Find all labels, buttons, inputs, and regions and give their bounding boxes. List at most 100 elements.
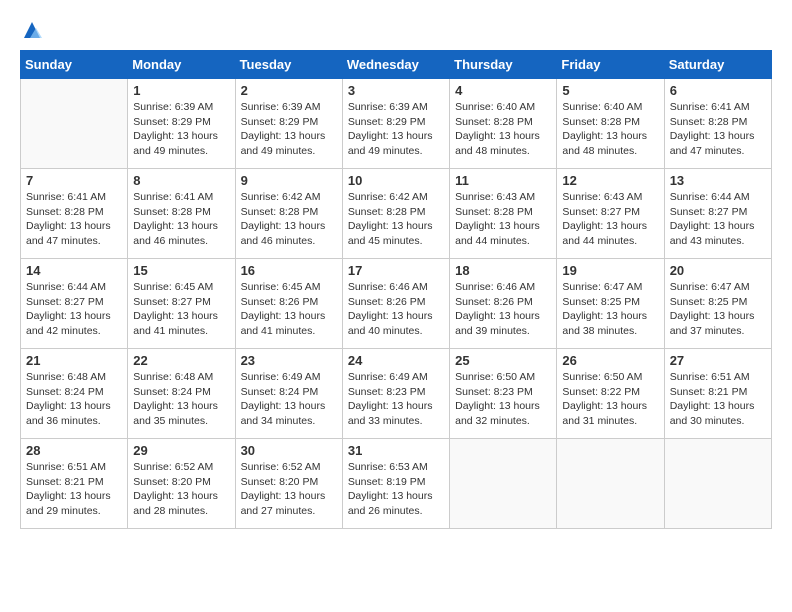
calendar-cell: 19Sunrise: 6:47 AM Sunset: 8:25 PM Dayli… bbox=[557, 259, 664, 349]
calendar-cell: 14 Sunrise: 6:44 AM Sunset: 8:27 PM Dayli… bbox=[21, 259, 128, 349]
day-number: 21 bbox=[26, 353, 122, 368]
calendar-week-2: 7 Sunrise: 6:41 AM Sunset: 8:28 PM Daylig… bbox=[21, 169, 772, 259]
calendar-cell: 5 Sunrise: 6:40 AM Sunset: 8:28 PM Daylig… bbox=[557, 79, 664, 169]
calendar-cell: 16 Sunrise: 6:45 AM Sunset: 8:26 PM Dayli… bbox=[235, 259, 342, 349]
day-number: 16 bbox=[241, 263, 337, 278]
weekday-friday: Friday bbox=[557, 51, 664, 79]
day-info: Sunrise: 6:44 AM Sunset: 8:27 PM Dayligh… bbox=[26, 280, 122, 339]
day-number: 23 bbox=[241, 353, 337, 368]
calendar-cell: 17 Sunrise: 6:46 AM Sunset: 8:26 PM Dayli… bbox=[342, 259, 449, 349]
day-info: Sunrise: 6:39 AM Sunset: 8:29 PM Dayligh… bbox=[241, 100, 337, 159]
day-info: Sunrise: 6:51 AM Sunset: 8:21 PM Dayligh… bbox=[26, 460, 122, 519]
calendar-cell: 9 Sunrise: 6:42 AM Sunset: 8:28 PM Daylig… bbox=[235, 169, 342, 259]
calendar-cell: 31 Sunrise: 6:53 AM Sunset: 8:19 PM Dayli… bbox=[342, 439, 449, 529]
day-number: 15 bbox=[133, 263, 229, 278]
day-info: Sunrise: 6:42 AM Sunset: 8:28 PM Dayligh… bbox=[241, 190, 337, 249]
day-info: Sunrise: 6:43 AM Sunset: 8:27 PM Dayligh… bbox=[562, 190, 658, 249]
day-number: 9 bbox=[241, 173, 337, 188]
day-number: 3 bbox=[348, 83, 444, 98]
weekday-tuesday: Tuesday bbox=[235, 51, 342, 79]
calendar-cell bbox=[664, 439, 771, 529]
weekday-sunday: Sunday bbox=[21, 51, 128, 79]
calendar-cell: 12 Sunrise: 6:43 AM Sunset: 8:27 PM Dayli… bbox=[557, 169, 664, 259]
day-number: 13 bbox=[670, 173, 766, 188]
calendar-cell: 1 Sunrise: 6:39 AM Sunset: 8:29 PM Daylig… bbox=[128, 79, 235, 169]
day-info: Sunrise: 6:52 AM Sunset: 8:20 PM Dayligh… bbox=[241, 460, 337, 519]
calendar-cell: 11Sunrise: 6:43 AM Sunset: 8:28 PM Dayli… bbox=[450, 169, 557, 259]
calendar-cell: 2Sunrise: 6:39 AM Sunset: 8:29 PM Daylig… bbox=[235, 79, 342, 169]
calendar-cell: 21 Sunrise: 6:48 AM Sunset: 8:24 PM Dayli… bbox=[21, 349, 128, 439]
calendar-cell: 13 Sunrise: 6:44 AM Sunset: 8:27 PM Dayli… bbox=[664, 169, 771, 259]
day-info: Sunrise: 6:47 AM Sunset: 8:25 PM Dayligh… bbox=[670, 280, 766, 339]
weekday-header-row: SundayMondayTuesdayWednesdayThursdayFrid… bbox=[21, 51, 772, 79]
weekday-wednesday: Wednesday bbox=[342, 51, 449, 79]
calendar-week-3: 14 Sunrise: 6:44 AM Sunset: 8:27 PM Dayli… bbox=[21, 259, 772, 349]
day-info: Sunrise: 6:46 AM Sunset: 8:26 PM Dayligh… bbox=[455, 280, 551, 339]
day-number: 31 bbox=[348, 443, 444, 458]
calendar-cell: 28 Sunrise: 6:51 AM Sunset: 8:21 PM Dayli… bbox=[21, 439, 128, 529]
calendar-cell bbox=[21, 79, 128, 169]
day-info: Sunrise: 6:39 AM Sunset: 8:29 PM Dayligh… bbox=[348, 100, 444, 159]
calendar-cell: 29Sunrise: 6:52 AM Sunset: 8:20 PM Dayli… bbox=[128, 439, 235, 529]
calendar-cell: 15 Sunrise: 6:45 AM Sunset: 8:27 PM Dayli… bbox=[128, 259, 235, 349]
day-info: Sunrise: 6:39 AM Sunset: 8:29 PM Dayligh… bbox=[133, 100, 229, 159]
day-info: Sunrise: 6:45 AM Sunset: 8:27 PM Dayligh… bbox=[133, 280, 229, 339]
day-number: 22 bbox=[133, 353, 229, 368]
calendar-table: SundayMondayTuesdayWednesdayThursdayFrid… bbox=[20, 50, 772, 529]
calendar-cell: 20 Sunrise: 6:47 AM Sunset: 8:25 PM Dayli… bbox=[664, 259, 771, 349]
calendar-cell: 22 Sunrise: 6:48 AM Sunset: 8:24 PM Dayli… bbox=[128, 349, 235, 439]
calendar-cell: 10Sunrise: 6:42 AM Sunset: 8:28 PM Dayli… bbox=[342, 169, 449, 259]
day-number: 12 bbox=[562, 173, 658, 188]
day-number: 27 bbox=[670, 353, 766, 368]
day-info: Sunrise: 6:50 AM Sunset: 8:22 PM Dayligh… bbox=[562, 370, 658, 429]
day-number: 5 bbox=[562, 83, 658, 98]
day-number: 11 bbox=[455, 173, 551, 188]
day-number: 4 bbox=[455, 83, 551, 98]
day-number: 7 bbox=[26, 173, 122, 188]
logo bbox=[20, 20, 42, 40]
day-info: Sunrise: 6:41 AM Sunset: 8:28 PM Dayligh… bbox=[26, 190, 122, 249]
day-info: Sunrise: 6:45 AM Sunset: 8:26 PM Dayligh… bbox=[241, 280, 337, 339]
day-info: Sunrise: 6:49 AM Sunset: 8:24 PM Dayligh… bbox=[241, 370, 337, 429]
day-number: 30 bbox=[241, 443, 337, 458]
day-info: Sunrise: 6:40 AM Sunset: 8:28 PM Dayligh… bbox=[562, 100, 658, 159]
day-number: 19 bbox=[562, 263, 658, 278]
day-number: 17 bbox=[348, 263, 444, 278]
day-info: Sunrise: 6:41 AM Sunset: 8:28 PM Dayligh… bbox=[133, 190, 229, 249]
day-number: 1 bbox=[133, 83, 229, 98]
calendar-cell: 27 Sunrise: 6:51 AM Sunset: 8:21 PM Dayli… bbox=[664, 349, 771, 439]
page-header bbox=[20, 20, 772, 40]
calendar-cell bbox=[557, 439, 664, 529]
weekday-thursday: Thursday bbox=[450, 51, 557, 79]
calendar-cell: 23 Sunrise: 6:49 AM Sunset: 8:24 PM Dayli… bbox=[235, 349, 342, 439]
day-info: Sunrise: 6:44 AM Sunset: 8:27 PM Dayligh… bbox=[670, 190, 766, 249]
day-info: Sunrise: 6:53 AM Sunset: 8:19 PM Dayligh… bbox=[348, 460, 444, 519]
calendar-cell: 26 Sunrise: 6:50 AM Sunset: 8:22 PM Dayli… bbox=[557, 349, 664, 439]
calendar-cell: 24Sunrise: 6:49 AM Sunset: 8:23 PM Dayli… bbox=[342, 349, 449, 439]
day-number: 8 bbox=[133, 173, 229, 188]
calendar-cell: 3 Sunrise: 6:39 AM Sunset: 8:29 PM Daylig… bbox=[342, 79, 449, 169]
calendar-week-4: 21 Sunrise: 6:48 AM Sunset: 8:24 PM Dayli… bbox=[21, 349, 772, 439]
day-number: 24 bbox=[348, 353, 444, 368]
logo-icon bbox=[22, 20, 42, 40]
day-number: 14 bbox=[26, 263, 122, 278]
calendar-week-5: 28 Sunrise: 6:51 AM Sunset: 8:21 PM Dayli… bbox=[21, 439, 772, 529]
calendar-cell: 30 Sunrise: 6:52 AM Sunset: 8:20 PM Dayli… bbox=[235, 439, 342, 529]
day-info: Sunrise: 6:41 AM Sunset: 8:28 PM Dayligh… bbox=[670, 100, 766, 159]
calendar-cell: 8 Sunrise: 6:41 AM Sunset: 8:28 PM Daylig… bbox=[128, 169, 235, 259]
weekday-saturday: Saturday bbox=[664, 51, 771, 79]
day-info: Sunrise: 6:48 AM Sunset: 8:24 PM Dayligh… bbox=[133, 370, 229, 429]
day-info: Sunrise: 6:40 AM Sunset: 8:28 PM Dayligh… bbox=[455, 100, 551, 159]
calendar-cell: 18Sunrise: 6:46 AM Sunset: 8:26 PM Dayli… bbox=[450, 259, 557, 349]
day-number: 20 bbox=[670, 263, 766, 278]
day-info: Sunrise: 6:51 AM Sunset: 8:21 PM Dayligh… bbox=[670, 370, 766, 429]
weekday-monday: Monday bbox=[128, 51, 235, 79]
day-info: Sunrise: 6:48 AM Sunset: 8:24 PM Dayligh… bbox=[26, 370, 122, 429]
day-info: Sunrise: 6:46 AM Sunset: 8:26 PM Dayligh… bbox=[348, 280, 444, 339]
day-number: 26 bbox=[562, 353, 658, 368]
calendar-cell bbox=[450, 439, 557, 529]
day-number: 28 bbox=[26, 443, 122, 458]
calendar-cell: 6Sunrise: 6:41 AM Sunset: 8:28 PM Daylig… bbox=[664, 79, 771, 169]
calendar-cell: 7 Sunrise: 6:41 AM Sunset: 8:28 PM Daylig… bbox=[21, 169, 128, 259]
day-info: Sunrise: 6:52 AM Sunset: 8:20 PM Dayligh… bbox=[133, 460, 229, 519]
